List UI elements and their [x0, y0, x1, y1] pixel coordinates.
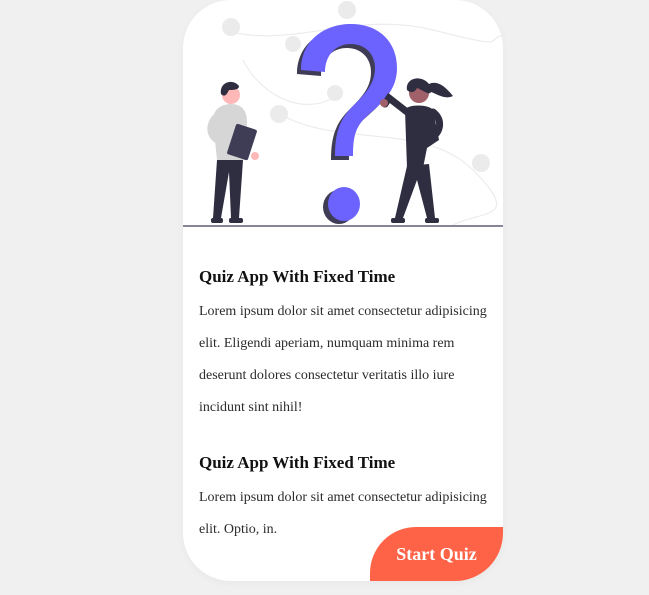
decorative-circle — [222, 18, 240, 36]
decorative-circle — [270, 105, 288, 123]
decorative-circle — [285, 36, 301, 52]
info-section: Quiz App With Fixed Time Lorem ipsum dol… — [199, 266, 489, 424]
content-area: Quiz App With Fixed Time Lorem ipsum dol… — [199, 266, 489, 546]
decorative-circle — [327, 85, 343, 101]
woman-figure — [380, 78, 453, 223]
man-hand — [251, 152, 259, 160]
start-quiz-button[interactable]: Start Quiz — [370, 527, 503, 581]
question-mark-icon — [301, 24, 397, 156]
woman-legs — [395, 164, 435, 218]
decorative-circle — [472, 154, 490, 172]
question-mark-people-illustration — [183, 1, 503, 227]
man-figure — [207, 81, 259, 223]
woman-arm-raised — [381, 92, 411, 116]
section-title: Quiz App With Fixed Time — [199, 453, 396, 472]
question-mark-dot — [328, 187, 360, 221]
man-legs — [213, 160, 243, 218]
decorative-circle — [338, 1, 356, 19]
man-shoe — [229, 218, 243, 223]
quiz-intro-card: Quiz App With Fixed Time Lorem ipsum dol… — [183, 0, 503, 581]
woman-hand — [380, 99, 388, 107]
section-description: Lorem ipsum dolor sit amet consectetur a… — [199, 304, 487, 415]
decorative-curve — [272, 109, 498, 226]
woman-shoe — [425, 218, 439, 223]
decorative-curve — [242, 59, 344, 106]
woman-shoe — [391, 218, 405, 223]
man-shoe — [211, 218, 223, 223]
section-title: Quiz App With Fixed Time — [199, 267, 396, 286]
